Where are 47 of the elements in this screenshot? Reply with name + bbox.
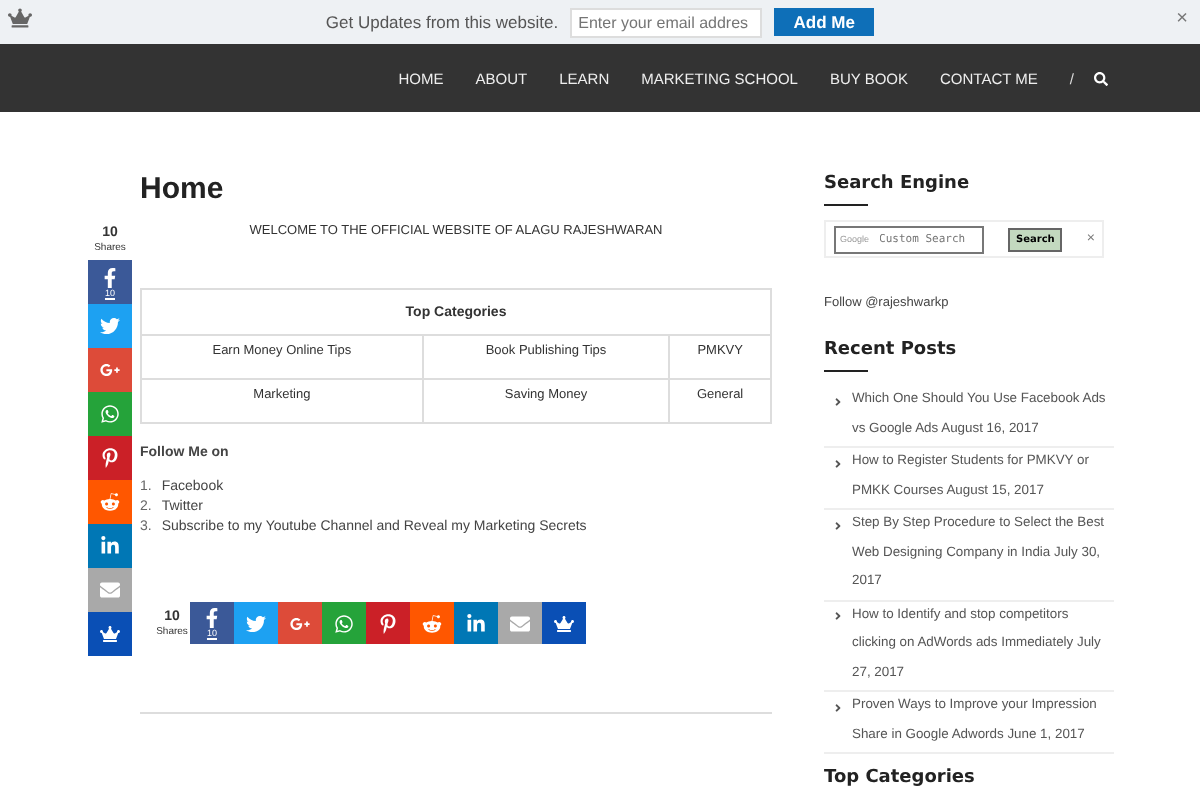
crown-icon [100, 624, 120, 644]
googleplus-share-button[interactable] [88, 348, 132, 392]
twitter-share-button[interactable] [234, 602, 278, 644]
notification-text: Get Updates from this website. [325, 12, 559, 32]
reddit-share-button[interactable] [410, 602, 454, 644]
pinterest-icon [378, 613, 398, 633]
linkedin-icon [100, 536, 120, 556]
crown-icon [8, 6, 32, 30]
google-plus-icon [100, 360, 120, 380]
whatsapp-icon [100, 404, 120, 424]
close-button[interactable]: × [1176, 10, 1188, 30]
pinterest-share-button[interactable] [88, 436, 132, 480]
pinterest-icon [100, 448, 120, 468]
envelope-icon [100, 580, 120, 600]
google-plus-icon [290, 613, 310, 633]
crown-share-button[interactable] [542, 602, 586, 644]
page-title: Home [140, 172, 226, 208]
linkedin-share-button[interactable] [454, 602, 498, 644]
googleplus-share-button[interactable] [278, 602, 322, 644]
crown-icon [554, 613, 574, 633]
search-icon[interactable] [1094, 71, 1108, 85]
envelope-icon [510, 613, 530, 633]
add-me-button[interactable]: Add Me [774, 8, 875, 36]
linkedin-share-button[interactable] [88, 524, 132, 568]
reddit-share-button[interactable] [88, 480, 132, 524]
sidebar-heading: Top Categories [824, 766, 977, 790]
reddit-icon [100, 492, 120, 512]
sidebar-heading: Recent Posts [824, 338, 959, 362]
whatsapp-share-button[interactable] [322, 602, 366, 644]
bird-icon [246, 613, 266, 633]
chevron-icon [832, 395, 844, 407]
linkedin-icon [466, 613, 486, 633]
sidebar-heading: Search Engine [824, 172, 972, 196]
reddit-icon [422, 613, 442, 633]
chevron-icon [832, 610, 844, 622]
pinterest-share-button[interactable] [366, 602, 410, 644]
twitter-share-button[interactable] [88, 304, 132, 348]
chevron-icon [832, 457, 844, 469]
facebook-icon [100, 267, 120, 287]
whatsapp-icon [334, 613, 354, 633]
chevron-icon [832, 701, 844, 713]
crown-share-button[interactable] [88, 612, 132, 656]
chevron-icon [832, 519, 844, 531]
email-field[interactable]: Enter your email addres [570, 7, 763, 37]
facebook-icon [202, 608, 222, 628]
bird-icon [100, 316, 120, 336]
whatsapp-share-button[interactable] [88, 392, 132, 436]
